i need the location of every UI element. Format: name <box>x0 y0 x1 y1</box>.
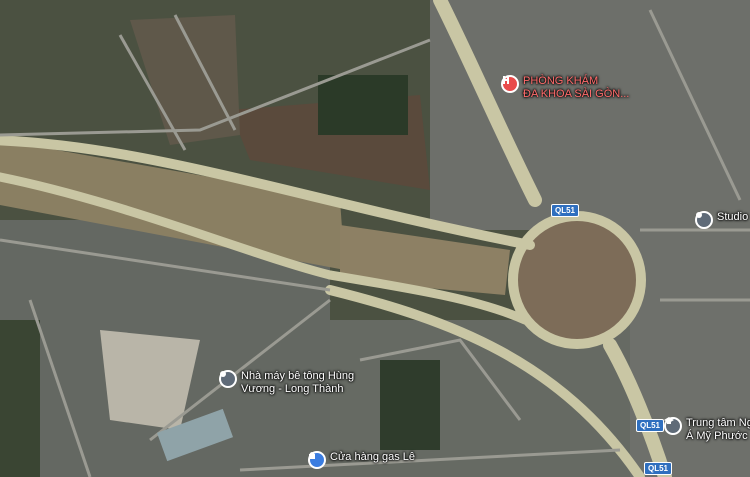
road-shield-ql51: QL51 <box>551 204 580 217</box>
poi-phong-kham[interactable]: PHÒNG KHÁM ĐA KHOA SÀI GÒN... <box>501 75 629 101</box>
school-icon <box>664 417 682 435</box>
poi-studio[interactable]: Studio <box>695 211 748 229</box>
hospital-icon <box>501 75 519 93</box>
place-icon <box>219 370 237 388</box>
poi-label: Studio <box>717 211 749 223</box>
shop-icon <box>308 451 326 469</box>
poi-nha-may[interactable]: Nhà máy bê tông Hùng Vương - Long Thành <box>219 370 354 396</box>
poi-label: Cửa hàng gas Lê <box>330 451 416 463</box>
poi-label: Nhà máy bê tông Hùng Vương - Long Thành <box>241 370 355 395</box>
road-shield-ql51: QL51 <box>644 462 673 475</box>
poi-cua-hang-gas[interactable]: Cửa hàng gas Lê <box>308 451 415 469</box>
poi-trung-tam[interactable]: Trung tâm Ng Á Mỹ Phước <box>664 417 750 443</box>
place-icon <box>695 211 713 229</box>
satellite-map[interactable]: PHÒNG KHÁM ĐA KHOA SÀI GÒN... Studio Nhà… <box>0 0 750 477</box>
poi-label: Trung tâm Ng Á Mỹ Phước <box>686 417 750 442</box>
map-imagery <box>0 0 750 477</box>
road-shield-ql51: QL51 <box>636 419 665 432</box>
poi-label: PHÒNG KHÁM ĐA KHOA SÀI GÒN... <box>523 75 630 100</box>
